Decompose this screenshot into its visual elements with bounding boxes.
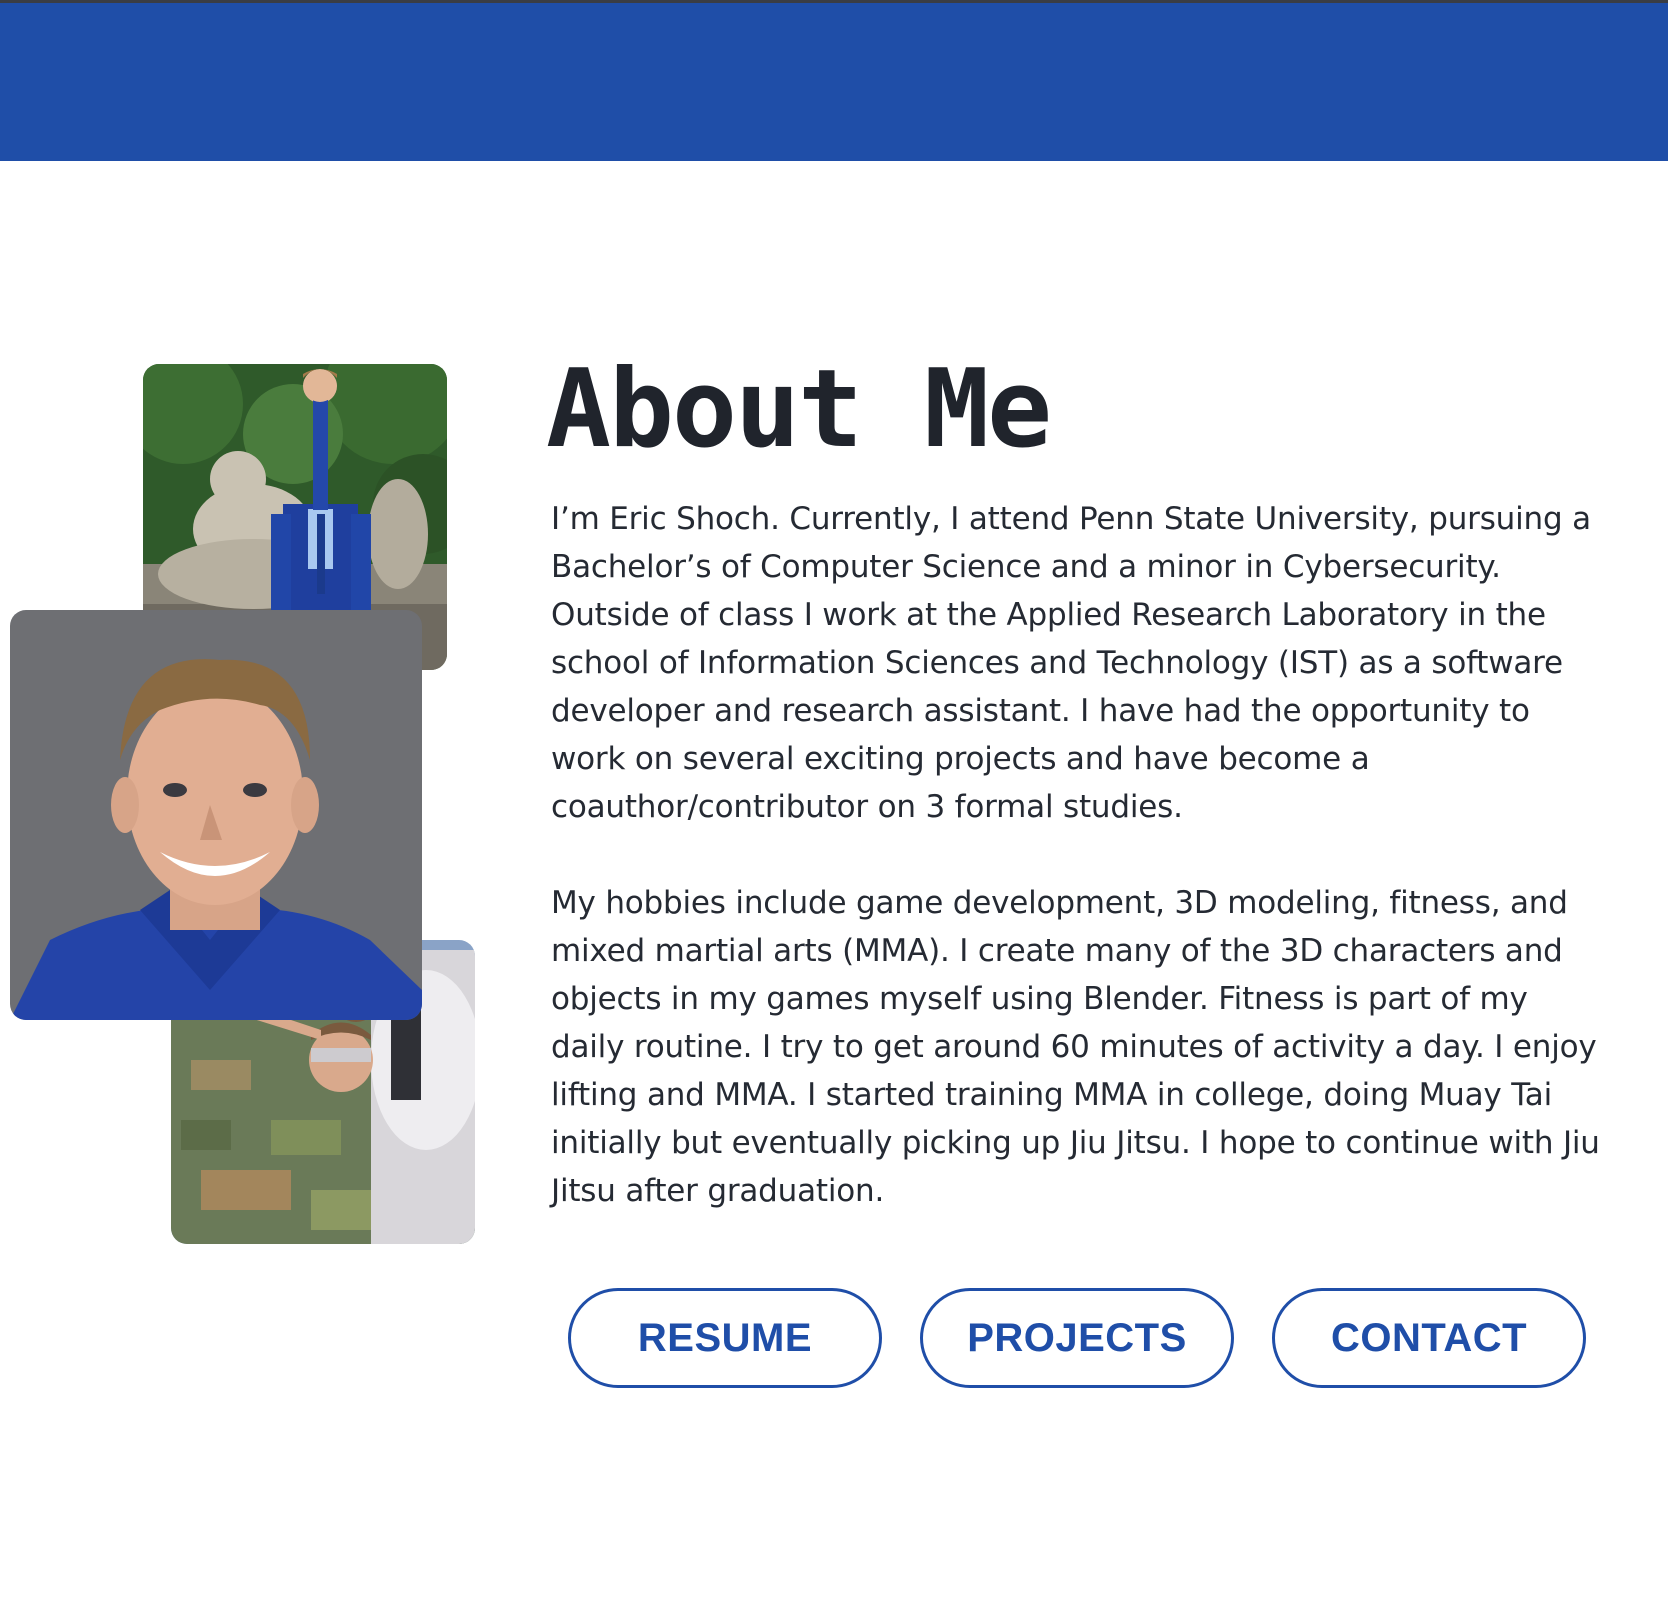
projects-button[interactable]: PROJECTS <box>920 1288 1234 1388</box>
contact-button[interactable]: CONTACT <box>1272 1288 1586 1388</box>
bio-paragraph-education: I’m Eric Shoch. Currently, I attend Penn… <box>551 501 1591 825</box>
page-title: About Me <box>546 347 1052 472</box>
resume-button[interactable]: RESUME <box>568 1288 882 1388</box>
portrait-photo <box>10 610 422 1020</box>
site-header <box>0 3 1668 161</box>
bio-paragraph-hobbies: My hobbies include game development, 3D … <box>551 885 1600 1209</box>
